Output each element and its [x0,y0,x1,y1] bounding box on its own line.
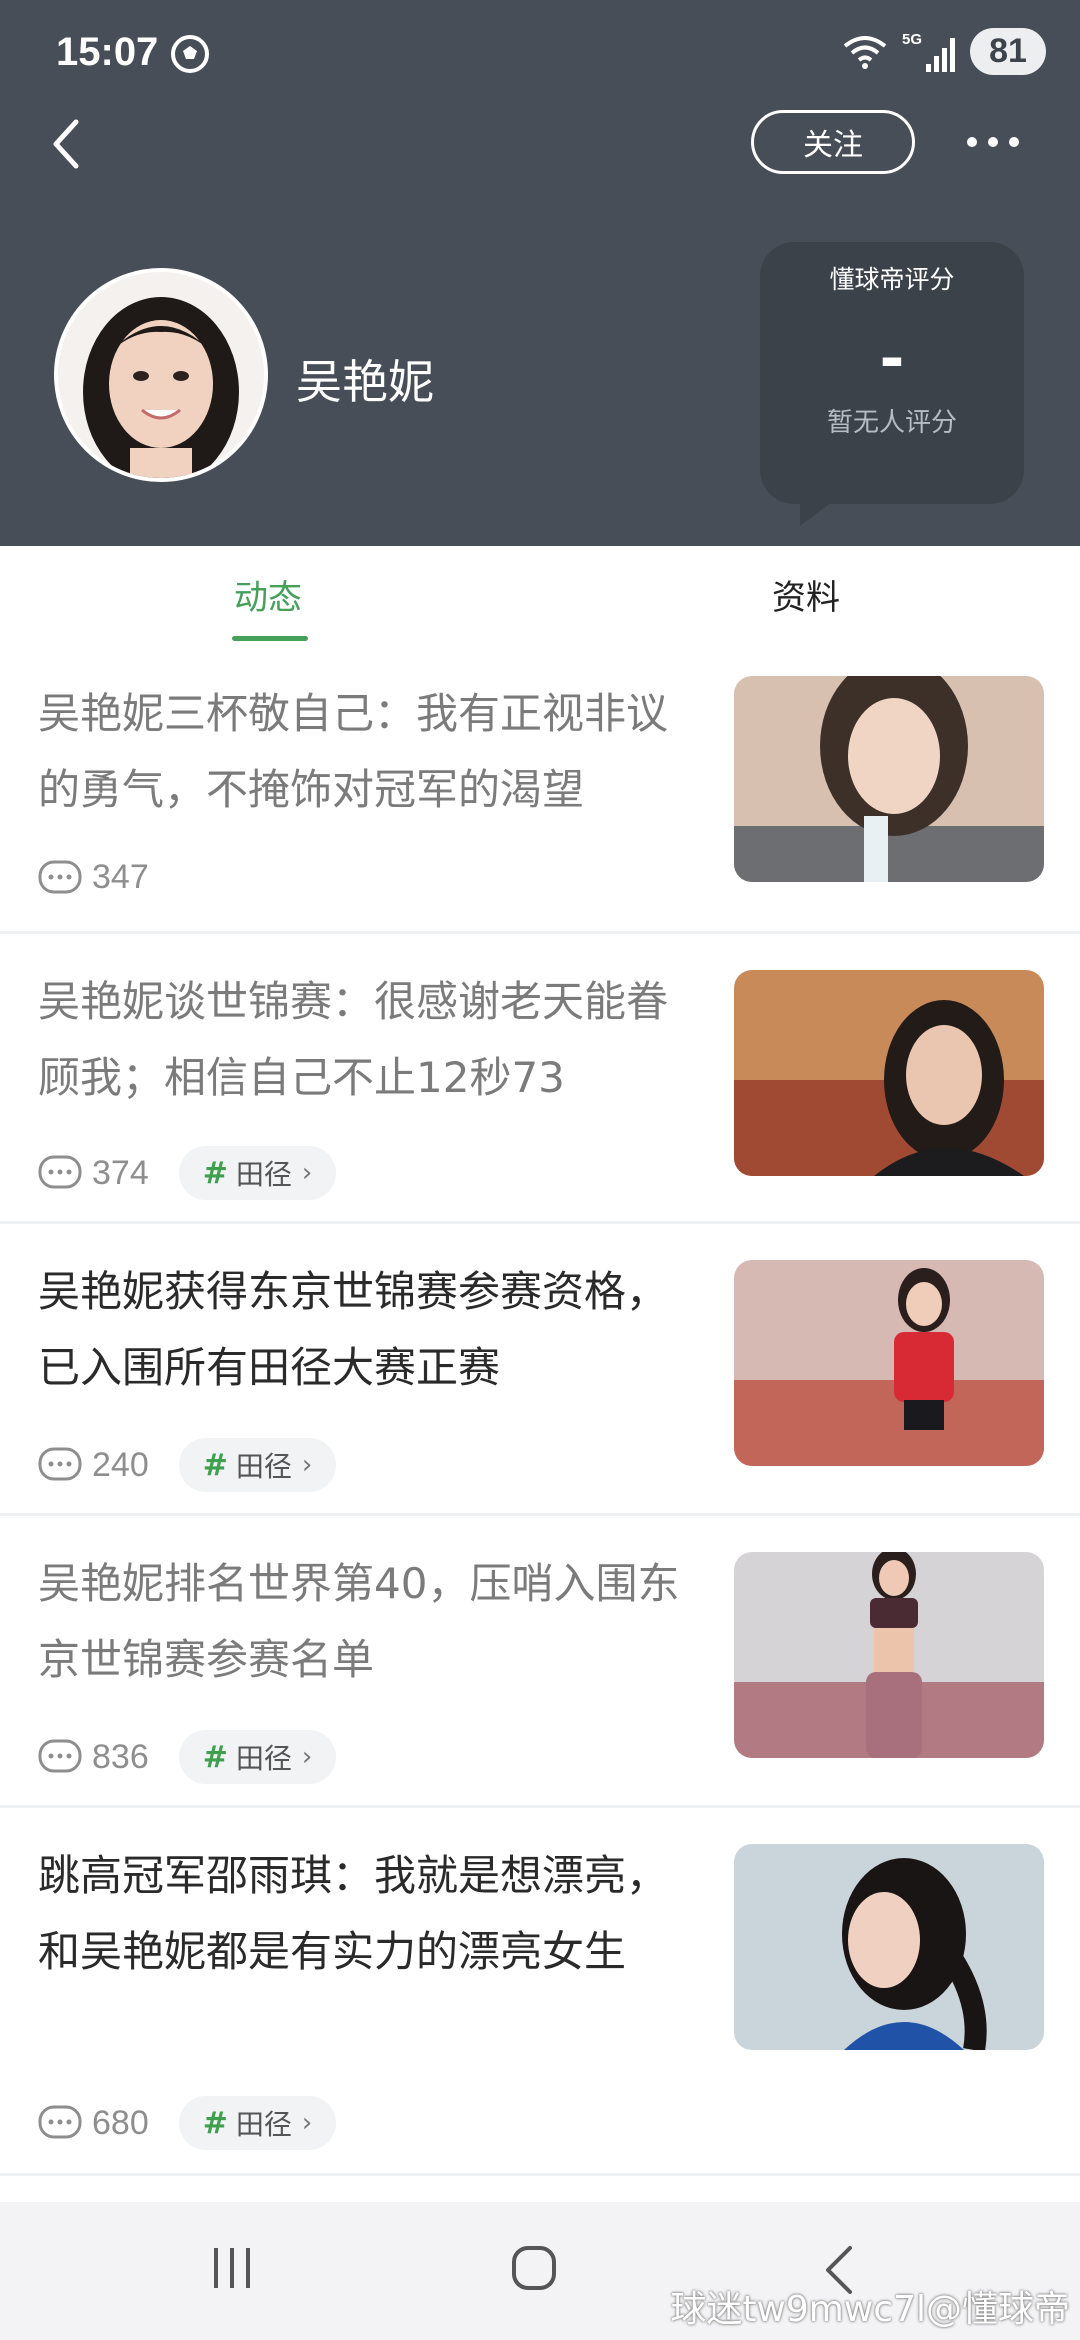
chevron-right-icon: › [301,1450,313,1480]
rating-card[interactable]: 懂球帝评分 - 暂无人评分 [760,242,1024,504]
hash-icon: # [202,2105,228,2141]
article-title[interactable]: 吴艳妮谈世锦赛：很感谢老天能眷顾我；相信自己不止12秒73 [38,964,698,1116]
status-time: 15:07 [56,30,159,74]
svg-text:5G: 5G [902,31,922,48]
topic-tag[interactable]: # 田径 › [178,1438,337,1492]
article-meta: 680 # 田径 › [38,2096,337,2150]
tab-bar: 动态 资料 [0,546,1080,646]
article-title[interactable]: 吴艳妮排名世界第40，压哨入围东京世锦赛参赛名单 [38,1546,698,1698]
article-title[interactable]: 吴艳妮获得东京世锦赛参赛资格，已入围所有田径大赛正赛 [38,1254,698,1406]
comment-icon [38,1155,82,1189]
home-icon[interactable] [510,2244,558,2292]
article-meta: 240 # 田径 › [38,1438,337,1492]
active-tab-indicator [232,636,308,641]
back-arrow-icon[interactable] [46,116,86,172]
comment-count: 347 [92,858,149,896]
list-item[interactable]: 吴艳妮谈世锦赛：很感谢老天能眷顾我；相信自己不止12秒73 374 # 田径 › [0,934,1080,1224]
battery-level: 81 [970,28,1046,75]
profile-header: 15:07 5G 81 关注 吴艳妮 懂球帝评分 - 暂无人评分 [0,0,1080,546]
rating-title: 懂球帝评分 [829,265,955,294]
list-item[interactable]: 吴艳妮获得东京世锦赛参赛资格，已入围所有田径大赛正赛 240 # 田径 › [0,1224,1080,1516]
topic-tag[interactable]: # 田径 › [178,2096,337,2150]
hash-icon: # [202,1447,228,1483]
player-name: 吴艳妮 [296,355,434,409]
soccer-ball-icon [171,35,209,73]
rating-note: 暂无人评分 [826,408,957,438]
chevron-right-icon: › [301,1158,313,1188]
list-item[interactable]: 吴艳妮排名世界第40，压哨入围东京世锦赛参赛名单 836 # 田径 › [0,1516,1080,1808]
comment-count: 374 [92,1153,149,1192]
comment-icon [38,860,82,893]
avatar[interactable] [54,268,268,482]
chevron-right-icon: › [301,2108,313,2138]
tab-profile[interactable]: 资料 [772,570,840,619]
follow-button[interactable]: 关注 [751,110,915,174]
article-meta: 374 # 田径 › [38,1146,337,1200]
comment-icon [38,1739,82,1773]
comment-icon [38,1447,82,1481]
news-feed: 吴艳妮三杯敬自己：我有正视非议的勇气，不掩饰对冠军的渴望 347 吴艳妮谈世锦赛… [0,646,1080,2176]
article-thumbnail[interactable] [734,970,1044,1176]
article-title[interactable]: 跳高冠军邵雨琪：我就是想漂亮，和吴艳妮都是有实力的漂亮女生 [38,1838,698,1990]
tag-label: 田径 [235,1742,292,1775]
article-meta: 836 # 田径 › [38,1730,337,1784]
article-title[interactable]: 吴艳妮三杯敬自己：我有正视非议的勇气，不掩饰对冠军的渴望 [38,676,698,828]
tag-label: 田径 [235,1158,292,1191]
comment-icon [38,2105,82,2139]
watermark: 球迷tw9mwc7l@懂球帝 [670,2289,1070,2330]
tag-label: 田径 [235,2108,292,2141]
article-thumbnail[interactable] [734,676,1044,882]
rating-value: - [879,324,905,394]
comment-count: 836 [92,1737,149,1776]
status-icons: 5G 81 [842,28,1046,75]
comment-count: 680 [92,2103,149,2142]
topic-tag[interactable]: # 田径 › [178,1146,337,1200]
recent-apps-icon[interactable] [210,2244,256,2292]
article-thumbnail[interactable] [734,1260,1044,1466]
article-thumbnail[interactable] [734,1844,1044,2050]
article-meta: 347 [38,858,149,897]
rating-card-tail [800,496,840,526]
list-item[interactable]: 跳高冠军邵雨琪：我就是想漂亮，和吴艳妮都是有实力的漂亮女生 680 # 田径 › [0,1808,1080,2176]
tag-label: 田径 [235,1450,292,1483]
more-icon[interactable] [966,128,1020,156]
tab-feed[interactable]: 动态 [234,570,302,619]
hash-icon: # [202,1155,228,1191]
chevron-right-icon: › [301,1742,313,1772]
topic-tag[interactable]: # 田径 › [178,1730,337,1784]
hash-icon: # [202,1739,228,1775]
wifi-icon [843,35,887,69]
list-item[interactable]: 吴艳妮三杯敬自己：我有正视非议的勇气，不掩饰对冠军的渴望 347 [0,646,1080,934]
article-thumbnail[interactable] [734,1552,1044,1758]
comment-count: 240 [92,1445,149,1484]
signal-icon: 5G [902,31,955,72]
